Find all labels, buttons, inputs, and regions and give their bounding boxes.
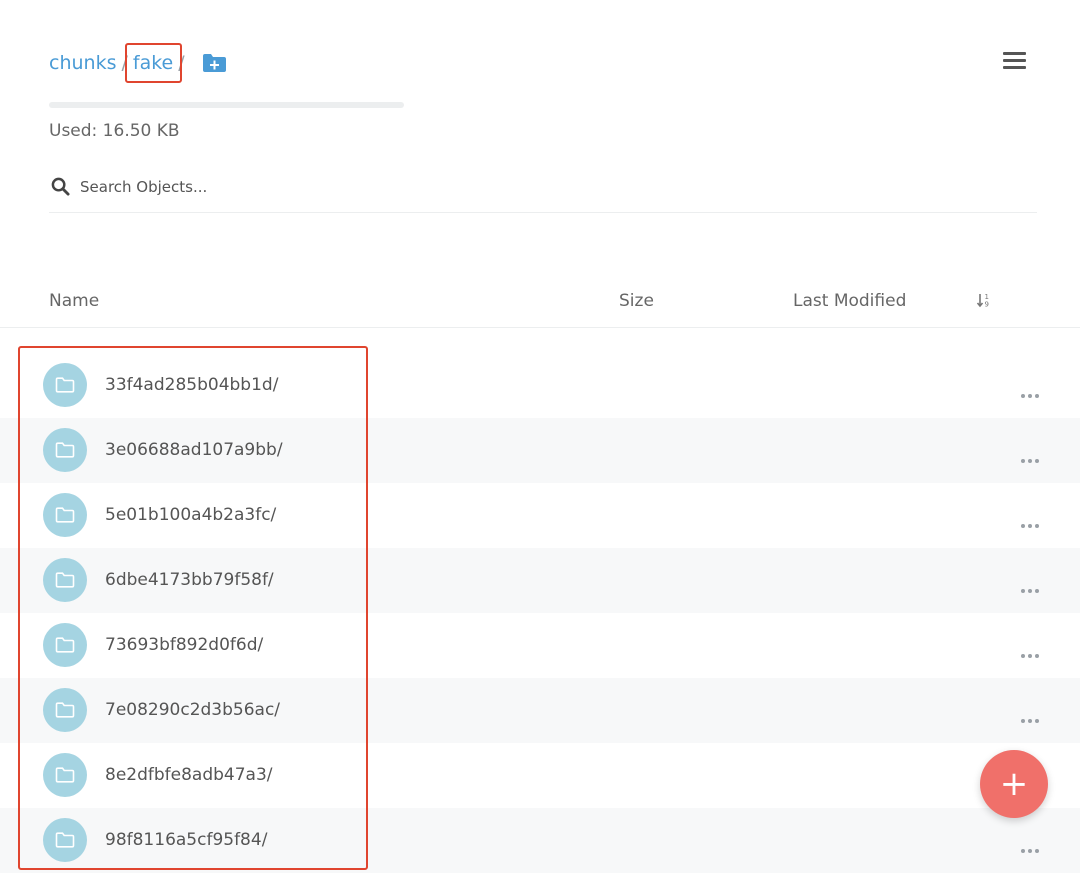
folder-name[interactable]: 33f4ad285b04bb1d/ [105,375,278,395]
table-header: Name Size Last Modified 1 9 [0,278,1080,328]
table-row[interactable]: 7e08290c2d3b56ac/ [0,678,1080,743]
more-options-icon[interactable] [1021,513,1045,528]
more-options-icon[interactable] [1021,643,1045,658]
folder-name[interactable]: 6dbe4173bb79f58f/ [105,570,274,590]
add-object-fab-button[interactable]: + [980,750,1048,818]
sort-icon[interactable]: 1 9 [976,291,994,309]
search-input[interactable] [80,174,680,200]
folder-icon [43,428,87,472]
folder-name[interactable]: 7e08290c2d3b56ac/ [105,700,280,720]
table-row[interactable]: 5e01b100a4b2a3fc/ [0,483,1080,548]
table-row[interactable]: 73693bf892d0f6d/ [0,613,1080,678]
storage-used-label: Used: 16.50 KB [49,121,180,141]
table-row[interactable]: 33f4ad285b04bb1d/ [0,353,1080,418]
folder-name[interactable]: 3e06688ad107a9bb/ [105,440,283,460]
folder-icon [43,688,87,732]
table-row[interactable]: 8e2dfbfe8adb47a3/ [0,743,1080,808]
more-options-icon[interactable] [1021,383,1045,398]
folder-icon [43,623,87,667]
breadcrumb-root-link[interactable]: chunks [49,52,116,74]
folder-name[interactable]: 8e2dfbfe8adb47a3/ [105,765,273,785]
more-options-icon[interactable] [1021,838,1045,853]
column-header-last-modified[interactable]: Last Modified [793,291,906,311]
folder-name[interactable]: 5e01b100a4b2a3fc/ [105,505,276,525]
search-icon [51,177,70,196]
folder-icon [43,363,87,407]
more-options-icon[interactable] [1021,708,1045,723]
more-options-icon[interactable] [1021,448,1045,463]
new-folder-icon[interactable] [202,53,227,73]
column-header-name[interactable]: Name [49,291,99,311]
folder-name[interactable]: 73693bf892d0f6d/ [105,635,263,655]
table-row[interactable]: 3e06688ad107a9bb/ [0,418,1080,483]
folder-icon [43,818,87,862]
storage-usage-bar [49,102,404,108]
more-options-icon[interactable] [1021,578,1045,593]
search-bar [49,170,1037,213]
breadcrumb: chunks / fake / [49,43,227,83]
hamburger-menu-icon[interactable] [1003,52,1026,70]
folder-icon [43,753,87,797]
table-row[interactable]: 98f8116a5cf95f84/ [0,808,1080,873]
folder-name[interactable]: 98f8116a5cf95f84/ [105,830,267,850]
object-list: 33f4ad285b04bb1d/3e06688ad107a9bb/5e01b1… [0,353,1080,873]
column-header-size[interactable]: Size [619,291,654,311]
breadcrumb-current-link[interactable]: fake [124,43,183,83]
folder-icon [43,558,87,602]
folder-icon [43,493,87,537]
table-row[interactable]: 6dbe4173bb79f58f/ [0,548,1080,613]
svg-text:9: 9 [985,301,989,309]
